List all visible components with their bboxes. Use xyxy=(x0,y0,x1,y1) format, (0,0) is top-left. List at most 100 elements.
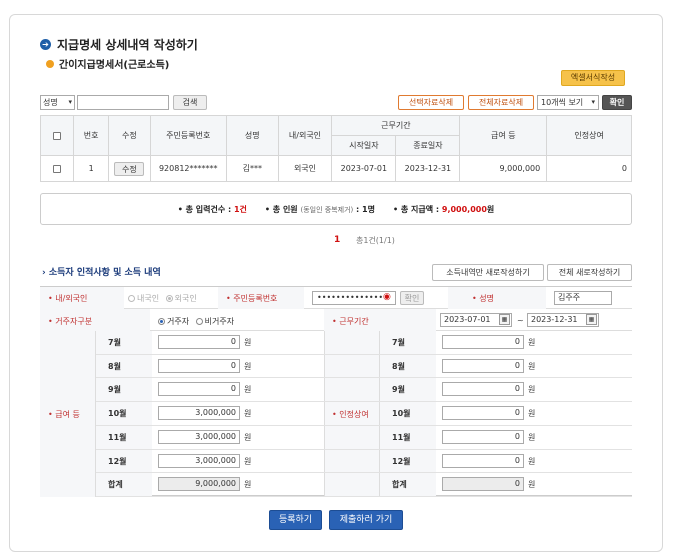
salary-month-label: 10월 xyxy=(108,409,127,419)
salary-amount-input[interactable]: 0 xyxy=(158,358,240,373)
section-title: › 소득자 인적사항 및 소득 내역 xyxy=(42,268,161,278)
bonus-amount-input: 0 xyxy=(442,477,524,492)
foreign-radio[interactable] xyxy=(165,295,173,302)
domestic-label: 내국인 xyxy=(137,294,160,303)
row-edit-cell: 수정 xyxy=(108,155,151,182)
nationality-label: • 내/외국인 xyxy=(48,294,88,303)
bonus-amount-input[interactable]: 0 xyxy=(442,382,524,397)
delete-all-button[interactable]: 전체자료삭제 xyxy=(468,95,534,110)
month-row-divider xyxy=(96,377,632,379)
search-button[interactable]: 검색 xyxy=(173,95,207,110)
col-work-period: 근무기간 xyxy=(331,115,461,136)
salary-month-label: 7월 xyxy=(108,338,121,347)
excel-form-button[interactable]: 엑셀서식작성 xyxy=(561,70,625,86)
income-form: • 내/외국인 내국인 외국인 • 주민등록번호 •••••••••••••• … xyxy=(40,286,632,497)
bonus-amount-input[interactable]: 0 xyxy=(442,335,524,349)
bonus-month-label: 11월 xyxy=(392,432,411,442)
period-label: • 근무기간 xyxy=(332,317,369,326)
name-label: • 성명 xyxy=(472,294,494,303)
nonresident-radio[interactable] xyxy=(195,318,203,325)
row-checkbox-cell xyxy=(39,155,75,182)
subtitle: 간이지급명세서(근로소득) xyxy=(59,60,170,71)
period-start-input[interactable]: 2023-07-01 ▦ xyxy=(440,313,512,327)
salary-amount-input[interactable]: 3,000,000 xyxy=(158,429,240,444)
row-checkbox[interactable] xyxy=(53,164,62,173)
summary-amount-label: • 총 지급액 : xyxy=(392,204,440,214)
row-rrn: 920812******* xyxy=(149,155,227,182)
submit-button[interactable]: 제출하러 가기 xyxy=(329,510,403,530)
arrow-circle-icon: ➔ xyxy=(40,39,51,50)
col-edit: 수정 xyxy=(108,115,151,156)
col-start: 시작일자 xyxy=(331,135,397,156)
domestic-radio[interactable] xyxy=(128,295,135,302)
bonus-month-label: 10월 xyxy=(392,409,411,419)
foreign-label: 외국인 xyxy=(174,294,197,303)
salary-amount-input[interactable]: 0 xyxy=(158,382,240,397)
salary-unit-label: 원 xyxy=(244,385,252,395)
bonus-unit-label: 원 xyxy=(528,361,536,371)
bonus-amount-input[interactable]: 0 xyxy=(442,429,524,444)
bonus-unit-label: 원 xyxy=(528,480,536,490)
salary-unit-label: 원 xyxy=(244,480,252,490)
bonus-unit-label: 원 xyxy=(528,456,536,466)
period-end-value: 2023-12-31 xyxy=(531,315,578,324)
rrn-confirm-button[interactable]: 확인 xyxy=(400,291,424,305)
chevron-down-icon: ▾ xyxy=(591,98,595,106)
register-button[interactable]: 등록하기 xyxy=(269,510,322,530)
select-all-cell xyxy=(39,115,75,156)
bonus-amount-input[interactable]: 0 xyxy=(442,453,524,468)
salary-unit-label: 원 xyxy=(244,338,252,347)
delete-selected-button[interactable]: 선택자료삭제 xyxy=(398,95,464,110)
bonus-month-label: 8월 xyxy=(392,361,405,371)
calendar-icon[interactable]: ▦ xyxy=(586,314,597,325)
bonus-unit-label: 원 xyxy=(528,385,536,395)
salary-unit-label: 원 xyxy=(244,409,252,419)
search-input[interactable] xyxy=(77,95,169,110)
col-end: 종료일자 xyxy=(395,135,461,156)
bonus-amount-input[interactable]: 0 xyxy=(442,358,524,373)
salary-amount-input[interactable]: 0 xyxy=(158,335,240,349)
select-all-checkbox[interactable] xyxy=(53,131,62,140)
bonus-month-label: 9월 xyxy=(392,385,405,395)
new-all-button[interactable]: 전체 새로작성하기 xyxy=(547,264,632,281)
view-confirm-button[interactable]: 확인 xyxy=(602,95,632,110)
subtitle-row: 간이지급명세서(근로소득) xyxy=(46,56,169,71)
view-count-value: 10개씩 보기 xyxy=(541,98,584,107)
summary-count: • 총 입력건수 : 1건 xyxy=(178,204,247,215)
page-current[interactable]: 1 xyxy=(334,235,340,245)
summary-people: • 총 인원 (동일인 중복제거) : 1명 xyxy=(265,204,375,215)
calendar-icon[interactable]: ▦ xyxy=(499,314,510,325)
salary-amount-input[interactable]: 3,000,000 xyxy=(158,406,240,421)
salary-unit-label: 원 xyxy=(244,361,252,371)
salary-amount-input: 9,000,000 xyxy=(158,477,240,492)
salary-month-label: 12월 xyxy=(108,456,127,466)
salary-unit-label: 원 xyxy=(244,456,252,466)
row-edit-button[interactable]: 수정 xyxy=(114,161,145,176)
view-count-select[interactable]: 10개씩 보기 ▾ xyxy=(537,95,599,110)
chevron-down-icon: ▾ xyxy=(68,98,72,106)
summary-box: • 총 입력건수 : 1건 • 총 인원 (동일인 중복제거) : 1명 • 총… xyxy=(40,193,632,225)
col-rrn: 주민등록번호 xyxy=(149,115,227,156)
orange-dot-icon xyxy=(46,59,54,68)
row-end: 2023-12-31 xyxy=(395,155,461,182)
month-row-divider xyxy=(96,424,632,426)
month-row-divider xyxy=(96,401,632,403)
salary-amount-input[interactable]: 3,000,000 xyxy=(158,453,240,468)
summary-amount-unit: 원 xyxy=(486,204,495,214)
name-input[interactable]: 김주주 xyxy=(554,291,612,305)
bonus-month-label: 합계 xyxy=(392,480,407,490)
nonresident-label: 비거주자 xyxy=(204,317,235,326)
residency-radios: 거주자 비거주자 xyxy=(158,316,234,327)
bonus-amount-input[interactable]: 0 xyxy=(442,406,524,421)
period-tilde: ~ xyxy=(517,316,524,325)
resident-radio[interactable] xyxy=(158,318,165,325)
period-end-input[interactable]: 2023-12-31 ▦ xyxy=(527,313,599,327)
summary-amount: • 총 지급액 : 9,000,000원 xyxy=(393,204,494,215)
month-row-divider xyxy=(96,472,632,474)
month-row-divider xyxy=(96,448,632,450)
search-field-select[interactable]: 성명 ▾ xyxy=(40,95,75,110)
new-income-button[interactable]: 소득내역만 새로작성하기 xyxy=(432,264,544,281)
page-title: 지급명세 상세내역 작성하기 xyxy=(57,38,198,52)
col-name: 성명 xyxy=(225,115,279,156)
bonus-month-label: 12월 xyxy=(392,456,411,466)
